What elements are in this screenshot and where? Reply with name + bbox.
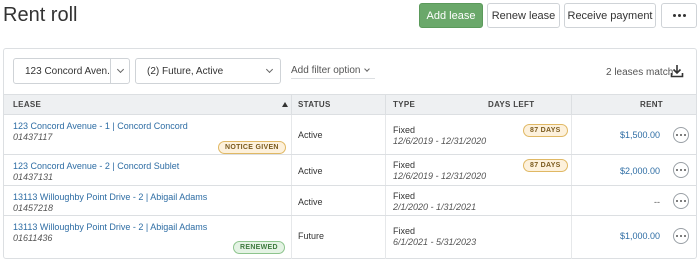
lease-id: 01457218 (13, 203, 54, 213)
lease-id: 01437131 (13, 172, 54, 182)
row-actions-button[interactable] (673, 162, 689, 178)
lease-type: Fixed (393, 226, 416, 236)
chevron-down-icon (110, 59, 129, 83)
table-row: 13113 Willoughby Point Drive - 2 | Abiga… (4, 186, 696, 216)
row-actions-button[interactable] (673, 228, 689, 244)
lease-link[interactable]: 13113 Willoughby Point Drive - 2 | Abiga… (13, 222, 207, 232)
property-select[interactable]: 123 Concord Aven... (13, 58, 130, 84)
lease-type: Fixed (393, 125, 416, 135)
lease-type: Fixed (393, 160, 416, 170)
rent-roll-panel: 123 Concord Aven... (2) Future, Active A… (3, 48, 697, 259)
page-title: Rent roll (3, 4, 78, 26)
ellipsis-icon (676, 169, 686, 171)
lease-status: Future (298, 231, 325, 241)
lease-dates: 12/6/2019 - 12/31/2020 (393, 171, 487, 181)
row-actions-button[interactable] (673, 127, 689, 143)
lease-dates: 6/1/2021 - 5/31/2023 (393, 237, 477, 247)
rent-amount[interactable]: $1,500.00 (620, 130, 660, 140)
lease-dates: 2/1/2020 - 1/31/2021 (393, 202, 477, 212)
add-lease-button[interactable]: Add lease (419, 3, 483, 28)
ellipsis-icon (676, 200, 686, 202)
lease-link[interactable]: 13113 Willoughby Point Drive - 2 | Abiga… (13, 192, 207, 202)
chevron-down-icon (258, 65, 280, 74)
lease-id: 01437117 (13, 132, 53, 142)
lease-dates: 12/6/2019 - 12/31/2020 (393, 136, 487, 146)
table-row: 123 Concord Avenue - 2 | Concord Sublet … (4, 155, 696, 186)
lease-link[interactable]: 123 Concord Avenue - 2 | Concord Sublet (13, 161, 179, 171)
property-select-value: 123 Concord Aven... (25, 65, 111, 77)
header-type[interactable]: TYPE (393, 100, 415, 109)
ellipsis-icon (676, 235, 686, 237)
receive-payment-button[interactable]: Receive payment (564, 3, 656, 28)
header-lease[interactable]: LEASE (13, 100, 41, 109)
match-count: 2 leases match (606, 67, 674, 78)
add-filter-label: Add filter option (291, 65, 361, 76)
rent-amount: -- (654, 197, 660, 207)
ellipsis-icon (676, 134, 686, 136)
renew-lease-button[interactable]: Renew lease (487, 3, 560, 28)
add-filter-option[interactable]: Add filter option (291, 65, 375, 79)
notice-given-badge: NOTICE GIVEN (218, 141, 286, 154)
days-left-badge: 87 DAYS (523, 124, 568, 137)
lease-status: Active (298, 130, 323, 140)
lease-status: Active (298, 197, 323, 207)
download-icon[interactable] (670, 64, 684, 78)
status-select[interactable]: (2) Future, Active (135, 58, 281, 84)
days-left-badge: 87 DAYS (523, 159, 568, 172)
status-select-value: (2) Future, Active (147, 65, 224, 77)
row-actions-button[interactable] (673, 193, 689, 209)
more-actions-button[interactable] (661, 3, 697, 28)
table-header: LEASE STATUS TYPE DAYS LEFT RENT (4, 94, 696, 115)
ellipsis-icon (672, 14, 686, 17)
sort-asc-icon[interactable] (282, 102, 288, 107)
lease-id: 01611436 (13, 233, 53, 243)
rent-amount[interactable]: $1,000.00 (620, 231, 660, 241)
renewed-badge: RENEWED (233, 241, 285, 254)
lease-status: Active (298, 166, 323, 176)
chevron-down-icon (363, 66, 370, 72)
rent-amount[interactable]: $2,000.00 (620, 166, 660, 176)
lease-link[interactable]: 123 Concord Avenue - 1 | Concord Concord (13, 121, 188, 131)
header-rent[interactable]: RENT (640, 100, 663, 109)
header-days-left[interactable]: DAYS LEFT (488, 100, 534, 109)
table-row: 123 Concord Avenue - 1 | Concord Concord… (4, 115, 696, 155)
header-status[interactable]: STATUS (298, 100, 331, 109)
table-row: 13113 Willoughby Point Drive - 2 | Abiga… (4, 216, 696, 259)
lease-type: Fixed (393, 191, 416, 201)
